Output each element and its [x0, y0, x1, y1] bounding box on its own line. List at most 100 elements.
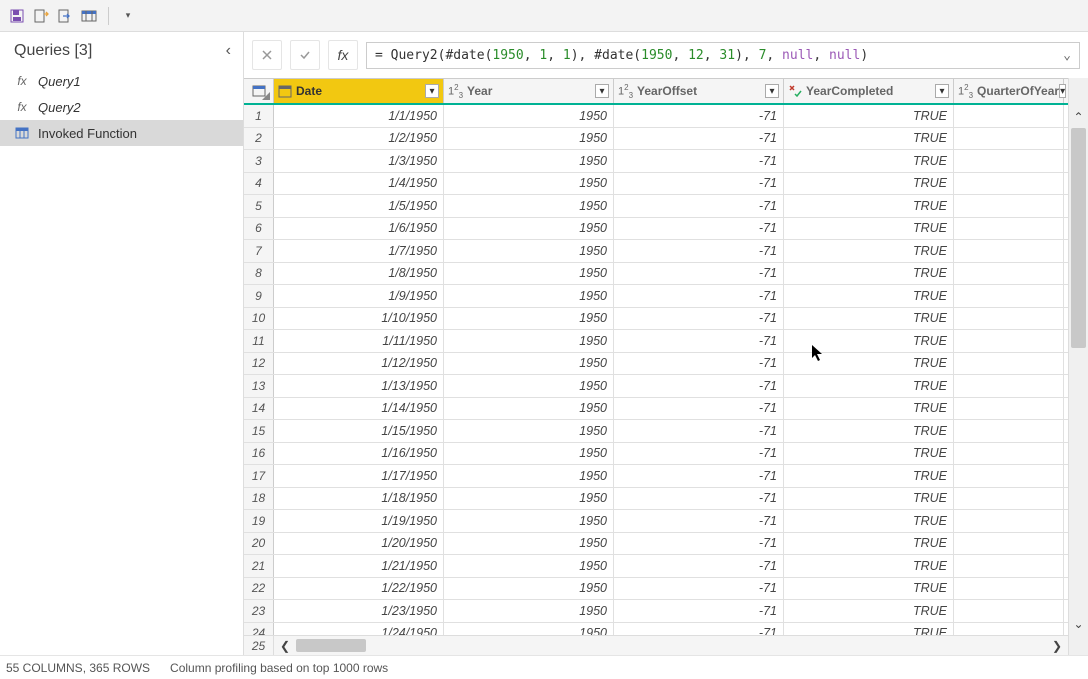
- row-number-cell[interactable]: 14: [244, 398, 274, 420]
- cell-yearoffset[interactable]: -71: [614, 420, 784, 442]
- corner-cell[interactable]: [244, 79, 274, 103]
- export-icon[interactable]: [56, 7, 74, 25]
- table-row[interactable]: 11/1/19501950-71TRUE: [244, 105, 1068, 128]
- table-row[interactable]: 41/4/19501950-71TRUE: [244, 173, 1068, 196]
- cell-year[interactable]: 1950: [444, 443, 614, 465]
- collapse-sidebar-icon[interactable]: ‹: [226, 42, 231, 60]
- cancel-formula-button[interactable]: [252, 40, 282, 70]
- cell-date[interactable]: 1/1/1950: [274, 105, 444, 127]
- row-number-cell[interactable]: 4: [244, 173, 274, 195]
- save-icon[interactable]: [8, 7, 26, 25]
- cell-yearoffset[interactable]: -71: [614, 555, 784, 577]
- hscroll-thumb[interactable]: [296, 639, 366, 652]
- cell-quarterofyear[interactable]: [954, 533, 1064, 555]
- cell-quarterofyear[interactable]: [954, 443, 1064, 465]
- commit-formula-button[interactable]: [290, 40, 320, 70]
- table-row[interactable]: 241/24/19501950-71TRUE: [244, 623, 1068, 636]
- cell-yearcompleted[interactable]: TRUE: [784, 375, 954, 397]
- table-row[interactable]: 211/21/19501950-71TRUE: [244, 555, 1068, 578]
- cell-yearoffset[interactable]: -71: [614, 285, 784, 307]
- row-number-cell[interactable]: 22: [244, 578, 274, 600]
- table-row[interactable]: 21/2/19501950-71TRUE: [244, 128, 1068, 151]
- vscroll-thumb[interactable]: [1071, 128, 1086, 348]
- table-row[interactable]: 151/15/19501950-71TRUE: [244, 420, 1068, 443]
- row-number-cell[interactable]: 11: [244, 330, 274, 352]
- cell-year[interactable]: 1950: [444, 488, 614, 510]
- table-row[interactable]: 31/3/19501950-71TRUE: [244, 150, 1068, 173]
- cell-year[interactable]: 1950: [444, 510, 614, 532]
- cell-date[interactable]: 1/24/1950: [274, 623, 444, 636]
- cell-year[interactable]: 1950: [444, 218, 614, 240]
- cell-year[interactable]: 1950: [444, 600, 614, 622]
- cell-quarterofyear[interactable]: [954, 555, 1064, 577]
- row-number-cell[interactable]: 5: [244, 195, 274, 217]
- cell-yearoffset[interactable]: -71: [614, 218, 784, 240]
- horizontal-scrollbar[interactable]: 25 ❮ ❯: [244, 635, 1068, 655]
- cell-quarterofyear[interactable]: [954, 263, 1064, 285]
- cell-quarterofyear[interactable]: [954, 150, 1064, 172]
- cell-yearoffset[interactable]: -71: [614, 488, 784, 510]
- row-number-cell[interactable]: 23: [244, 600, 274, 622]
- cell-yearoffset[interactable]: -71: [614, 330, 784, 352]
- cell-yearoffset[interactable]: -71: [614, 375, 784, 397]
- table-row[interactable]: 131/13/19501950-71TRUE: [244, 375, 1068, 398]
- column-header-yearoffset[interactable]: 123YearOffset▾: [614, 79, 784, 103]
- cell-year[interactable]: 1950: [444, 555, 614, 577]
- cell-yearcompleted[interactable]: TRUE: [784, 578, 954, 600]
- row-number-cell[interactable]: 19: [244, 510, 274, 532]
- cell-quarterofyear[interactable]: [954, 308, 1064, 330]
- row-number-cell[interactable]: 15: [244, 420, 274, 442]
- row-number-cell[interactable]: 16: [244, 443, 274, 465]
- cell-date[interactable]: 1/16/1950: [274, 443, 444, 465]
- cell-date[interactable]: 1/14/1950: [274, 398, 444, 420]
- scroll-right-icon[interactable]: ❯: [1046, 636, 1068, 655]
- cell-year[interactable]: 1950: [444, 240, 614, 262]
- row-number-cell[interactable]: 3: [244, 150, 274, 172]
- filter-button[interactable]: ▾: [1059, 84, 1066, 98]
- table-row[interactable]: 191/19/19501950-71TRUE: [244, 510, 1068, 533]
- cell-yearcompleted[interactable]: TRUE: [784, 330, 954, 352]
- cell-quarterofyear[interactable]: [954, 240, 1064, 262]
- cell-yearoffset[interactable]: -71: [614, 465, 784, 487]
- cell-yearoffset[interactable]: -71: [614, 353, 784, 375]
- cell-year[interactable]: 1950: [444, 285, 614, 307]
- cell-quarterofyear[interactable]: [954, 195, 1064, 217]
- cell-date[interactable]: 1/15/1950: [274, 420, 444, 442]
- scroll-left-icon[interactable]: ❮: [274, 636, 296, 655]
- table-row[interactable]: 101/10/19501950-71TRUE: [244, 308, 1068, 331]
- query-item-query2[interactable]: fxQuery2: [0, 94, 243, 120]
- cell-quarterofyear[interactable]: [954, 600, 1064, 622]
- table-row[interactable]: 91/9/19501950-71TRUE: [244, 285, 1068, 308]
- cell-quarterofyear[interactable]: [954, 330, 1064, 352]
- cell-yearcompleted[interactable]: TRUE: [784, 533, 954, 555]
- row-number-cell[interactable]: 9: [244, 285, 274, 307]
- cell-year[interactable]: 1950: [444, 533, 614, 555]
- cell-year[interactable]: 1950: [444, 375, 614, 397]
- row-number-cell[interactable]: 8: [244, 263, 274, 285]
- cell-date[interactable]: 1/9/1950: [274, 285, 444, 307]
- cell-quarterofyear[interactable]: [954, 578, 1064, 600]
- cell-yearcompleted[interactable]: TRUE: [784, 263, 954, 285]
- vertical-scrollbar[interactable]: ⌃ ⌄: [1068, 78, 1088, 655]
- row-number-cell[interactable]: 1: [244, 105, 274, 127]
- cell-year[interactable]: 1950: [444, 420, 614, 442]
- cell-yearcompleted[interactable]: TRUE: [784, 398, 954, 420]
- cell-quarterofyear[interactable]: [954, 510, 1064, 532]
- cell-yearcompleted[interactable]: TRUE: [784, 105, 954, 127]
- cell-date[interactable]: 1/5/1950: [274, 195, 444, 217]
- cell-date[interactable]: 1/19/1950: [274, 510, 444, 532]
- table-row[interactable]: 221/22/19501950-71TRUE: [244, 578, 1068, 601]
- cell-quarterofyear[interactable]: [954, 218, 1064, 240]
- cell-yearoffset[interactable]: -71: [614, 173, 784, 195]
- cell-year[interactable]: 1950: [444, 330, 614, 352]
- table-row[interactable]: 81/8/19501950-71TRUE: [244, 263, 1068, 286]
- cell-quarterofyear[interactable]: [954, 173, 1064, 195]
- cell-yearcompleted[interactable]: TRUE: [784, 600, 954, 622]
- table-row[interactable]: 161/16/19501950-71TRUE: [244, 443, 1068, 466]
- vscroll-track[interactable]: [1069, 128, 1088, 613]
- qat-customize-icon[interactable]: ▾: [119, 7, 137, 25]
- cell-yearcompleted[interactable]: TRUE: [784, 285, 954, 307]
- cell-year[interactable]: 1950: [444, 173, 614, 195]
- query-item-query1[interactable]: fxQuery1: [0, 68, 243, 94]
- row-number-cell[interactable]: 20: [244, 533, 274, 555]
